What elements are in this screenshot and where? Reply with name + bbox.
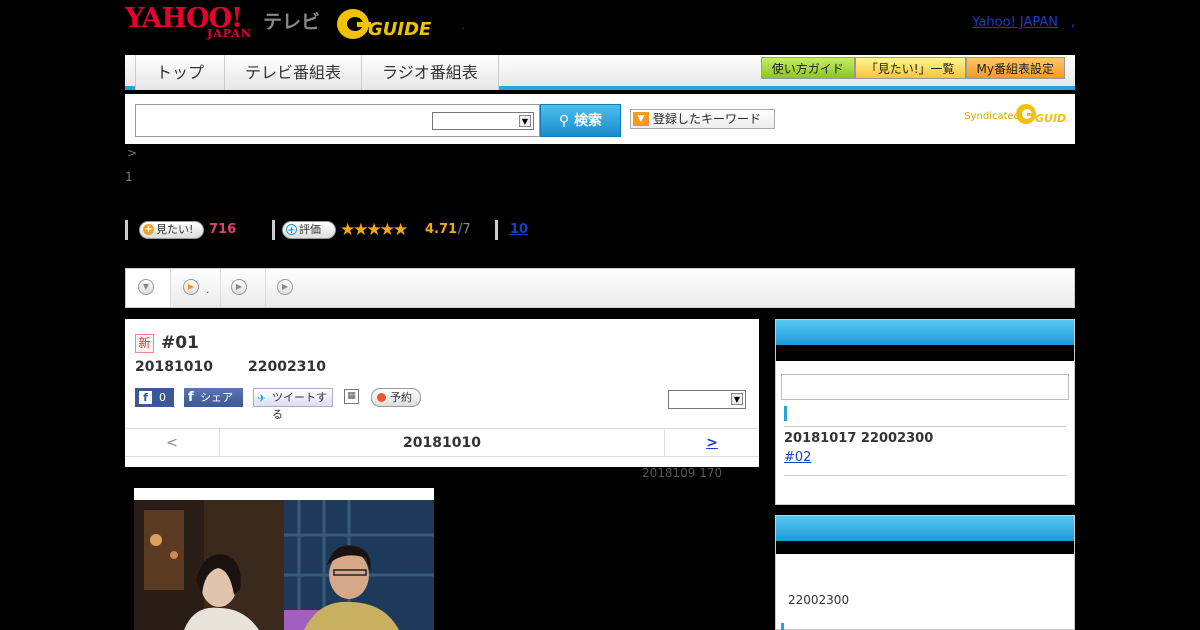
sidebar-next-broadcast: 20181017 22002300 #02 <box>775 319 1075 505</box>
record-dot-icon <box>377 393 386 402</box>
search-button[interactable]: ⚲ 検索 <box>540 104 621 137</box>
usage-guide-button[interactable]: 使い方ガイド <box>760 57 855 79</box>
prev-episode-button[interactable]: < <box>125 429 220 457</box>
syndicated-label: Syndicated <box>964 111 1020 122</box>
content-tabs: ▼ ▶ . ▶ ▶ <box>125 268 1075 308</box>
sidebar-input[interactable] <box>781 374 1069 400</box>
reserve-button[interactable]: 予約 <box>371 388 421 407</box>
tweet-button[interactable]: ✈ ツイートする <box>253 388 333 421</box>
tab-radio-schedule[interactable]: ラジオ番組表 <box>361 55 499 90</box>
twitter-bird-icon: ✈ <box>257 392 267 405</box>
tab-reviews[interactable]: ▶ <box>267 269 312 307</box>
tweet-label: ツイートする <box>272 391 327 421</box>
stats-divider <box>495 220 498 240</box>
header-dot: . <box>461 18 465 32</box>
mitai-label: 見たい! <box>156 223 194 236</box>
tab-info[interactable]: ▼ <box>126 269 171 307</box>
rate-button[interactable]: + 評価 <box>282 221 336 239</box>
next-broadcast-date: 20181017 22002300 <box>784 431 934 446</box>
facebook-like-count: 0 <box>159 391 166 404</box>
rating-stars: ★★★★★ <box>340 220 408 240</box>
facebook-icon: f <box>139 391 152 404</box>
play-icon: ▶ <box>183 279 199 295</box>
episode-time: 22002310 <box>248 359 326 375</box>
sidebar-schedule: 22002300 <box>775 515 1075 630</box>
divider <box>784 475 1066 476</box>
yahoo-logo-japan: JAPAN <box>207 27 252 40</box>
main-nav: トップ テレビ番組表 ラジオ番組表 使い方ガイド 「見たい!」一覧 My番組表設… <box>125 55 1075 90</box>
episode-title: #01 <box>161 333 199 353</box>
sidebar-header <box>776 516 1074 541</box>
search-button-label: 検索 <box>574 113 603 129</box>
review-count-link[interactable]: 10 <box>510 222 528 237</box>
facebook-like-button[interactable]: f 0 <box>135 388 174 407</box>
reserve-label: 予約 <box>390 391 412 404</box>
tv-logo-text[interactable]: テレビ <box>263 7 320 34</box>
breadcrumb-page: 1 <box>125 170 133 184</box>
nav-tabs: トップ テレビ番組表 ラジオ番組表 <box>135 55 499 90</box>
gguide-logo-icon[interactable]: GUIDE <box>335 6 435 42</box>
svg-text:GUIDE: GUIDE <box>368 19 432 40</box>
breadcrumb-separator: > <box>127 146 138 160</box>
calendar-add-icon[interactable]: ▦ <box>344 389 359 404</box>
rate-label: 評価 <box>299 223 321 236</box>
yahoo-japan-link[interactable]: Yahoo! JAPAN <box>972 15 1058 30</box>
search-category-select[interactable]: ▼ <box>432 112 534 130</box>
program-box: 新 #01 20181010 22002310 f 0 f シェア ✈ ツイート… <box>125 319 759 467</box>
registered-keyword-label: 登録したキーワード <box>653 112 762 126</box>
chevron-down-icon: ▼ <box>731 393 743 405</box>
sidebar-accent-bar <box>781 623 784 630</box>
scene-image <box>134 500 434 630</box>
dropdown-arrow-icon: ▼ <box>633 112 649 126</box>
registered-keyword-button[interactable]: ▼ 登録したキーワード <box>630 109 775 129</box>
my-schedule-settings-button[interactable]: My番組表設定 <box>965 57 1065 79</box>
current-episode-date: 20181010 <box>403 435 481 451</box>
mitai-button[interactable]: + 見たい! <box>139 221 204 239</box>
episode-date: 20181010 <box>135 359 213 375</box>
svg-text:GUIDE: GUIDE <box>1035 112 1067 125</box>
facebook-share-button[interactable]: f シェア <box>184 388 243 407</box>
sidebar-subheader <box>776 345 1074 361</box>
sidebar-header <box>776 320 1074 345</box>
rating-value: 4.71 <box>425 222 458 237</box>
divider <box>784 426 1066 427</box>
next-episode-sidebar-link[interactable]: #02 <box>784 450 811 465</box>
tab-dot: . <box>206 283 210 296</box>
rating-sub: /7 <box>458 222 471 237</box>
tab-tv-schedule[interactable]: テレビ番組表 <box>224 55 362 90</box>
tab-top[interactable]: トップ <box>135 55 225 90</box>
search-icon: ⚲ <box>558 113 570 129</box>
new-badge: 新 <box>135 334 154 353</box>
play-icon: ▶ <box>231 279 247 295</box>
chevron-down-icon: ▼ <box>519 115 531 127</box>
episode-navigation: < 20181010 > <box>125 428 759 457</box>
program-photo <box>134 488 434 630</box>
chevron-down-icon: ▼ <box>138 279 154 295</box>
nav-buttons: 使い方ガイド 「見たい!」一覧 My番組表設定 <box>760 57 1065 79</box>
search-area: ▼ ⚲ 検索 ▼ 登録したキーワード Syndicated GUIDE <box>125 94 1075 144</box>
header: YAHOO! JAPAN テレビ GUIDE . Yahoo! JAPAN , <box>125 0 1075 55</box>
episode-select[interactable]: ▼ <box>668 390 746 409</box>
stats-divider <box>125 220 128 240</box>
program-meta: 2018109 170 <box>642 466 723 480</box>
plus-icon: + <box>286 224 297 236</box>
tab-cast[interactable]: ▶ <box>221 269 266 307</box>
sidebar-subheader <box>776 541 1074 554</box>
play-icon: ▶ <box>277 279 293 295</box>
mitai-list-button[interactable]: 「見たい!」一覧 <box>854 57 966 79</box>
header-comma: , <box>1070 15 1075 30</box>
facebook-icon: f <box>188 390 194 405</box>
mitai-count: 716 <box>209 222 237 237</box>
stats-divider <box>272 220 275 240</box>
next-episode-link[interactable]: > <box>664 429 759 457</box>
plus-icon: + <box>143 224 154 235</box>
facebook-share-label: シェア <box>200 391 233 404</box>
tab-episodes[interactable]: ▶ . <box>171 269 221 307</box>
sidebar-time: 22002300 <box>788 593 850 607</box>
sidebar-accent-bar <box>784 406 787 421</box>
gguide-small-logo-icon: GUIDE <box>1016 104 1067 125</box>
